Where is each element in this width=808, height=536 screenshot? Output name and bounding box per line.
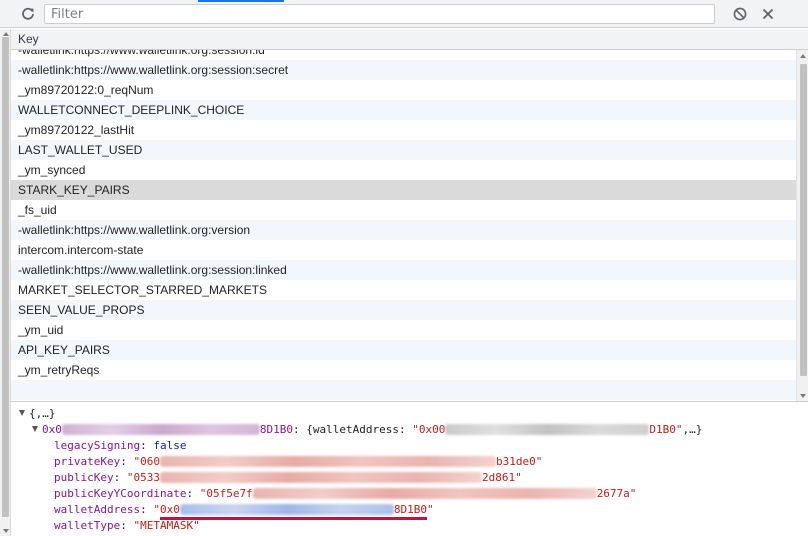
- entry-summary-close: ,…}: [682, 423, 703, 436]
- prop-value: false: [153, 439, 187, 452]
- table-row[interactable]: LAST_WALLET_USED: [11, 140, 796, 160]
- table-row[interactable]: API_KEY_PAIRS: [11, 340, 796, 360]
- prop-value-suffix: 2d861": [481, 471, 522, 484]
- table-row[interactable]: _ym89720122_lastHit: [11, 120, 796, 140]
- prop-key: legacySigning: [54, 439, 141, 452]
- table-row[interactable]: -walletlink:https://www.walletlink.org:s…: [11, 50, 796, 60]
- prop-wallet-address: walletAddress: "0x0 8D1B0": [54, 502, 434, 520]
- table-scrollbar[interactable]: [796, 50, 808, 401]
- prop-value-open-quote: ": [153, 503, 160, 516]
- refresh-button[interactable]: [18, 5, 38, 23]
- table-rows: -walletlink:https://www.walletlink.org:s…: [11, 50, 796, 401]
- redacted-address: [445, 424, 650, 435]
- redacted-public-key: [159, 472, 482, 483]
- prop-key: walletType: [54, 519, 121, 532]
- prop-public-key: publicKey: "0533 2d861": [54, 470, 522, 486]
- entry-key-suffix: 8D1B0: [259, 423, 293, 436]
- root-object-label: {,…}: [29, 407, 56, 420]
- prop-value-prefix: "05f5e7f: [199, 487, 253, 500]
- table-row[interactable]: -walletlink:https://www.walletlink.org:s…: [11, 60, 796, 80]
- scroll-up-arrow[interactable]: [800, 54, 806, 58]
- colon: :: [113, 471, 127, 484]
- expand-triangle-icon[interactable]: [32, 426, 38, 432]
- colon: :: [120, 519, 134, 532]
- clear-all-button[interactable]: [730, 5, 750, 23]
- entry-summary-value-suffix: D1B0": [649, 423, 683, 436]
- prop-key: walletAddress: [54, 503, 141, 516]
- prop-value-close-quote: ": [426, 503, 434, 516]
- active-tab-indicator: [198, 0, 284, 2]
- table-row[interactable]: _ym_synced: [11, 160, 796, 180]
- preview-entry-line[interactable]: 0x0 8D1B0: {walletAddress: "0x00 D1B0",…}: [32, 422, 702, 438]
- redacted-key: [61, 424, 260, 435]
- table-row[interactable]: _ym89720122:0_reqNum: [11, 80, 796, 100]
- redacted-private-key: [159, 456, 496, 467]
- prop-value: "METAMASK": [133, 519, 200, 532]
- prop-value-prefix: "0533: [126, 471, 160, 484]
- preview-root-line[interactable]: {,…}: [19, 406, 56, 422]
- table-row-selected[interactable]: STARK_KEY_PAIRS: [11, 180, 796, 200]
- value-preview: {,…} 0x0 8D1B0: {walletAddress: "0x00 D1B0…: [11, 404, 808, 536]
- scroll-down-arrow[interactable]: [800, 394, 806, 398]
- colon: :: [293, 423, 307, 436]
- delete-selected-button[interactable]: [758, 5, 778, 23]
- scroll-up-arrow[interactable]: [3, 32, 9, 36]
- prop-wallet-type: walletType: "METAMASK": [54, 518, 200, 534]
- colon: :: [140, 439, 154, 452]
- prop-legacy-signing: legacySigning: false: [54, 438, 186, 454]
- redacted-public-key-y: [252, 488, 597, 499]
- scroll-down-arrow[interactable]: [3, 529, 9, 533]
- table-row[interactable]: -walletlink:https://www.walletlink.org:v…: [11, 220, 796, 240]
- table-row[interactable]: _ym_retryReqs: [11, 360, 796, 380]
- prop-private-key: privateKey: "060 b31de0": [54, 454, 542, 470]
- table-row[interactable]: _ym_uid: [11, 320, 796, 340]
- prop-public-key-y: publicKeyYCoordinate: "05f5e7f 2677a": [54, 486, 636, 502]
- clear-all-icon: [733, 7, 747, 21]
- highlighted-selection: 0x0 8D1B0: [159, 502, 427, 520]
- close-icon: [762, 8, 774, 20]
- table-row[interactable]: SEEN_VALUE_PROPS: [11, 300, 796, 320]
- entry-summary-open: {walletAddress:: [306, 423, 413, 436]
- refresh-icon: [22, 7, 34, 20]
- storage-toolbar: [0, 0, 808, 28]
- prop-value-prefix: "060: [133, 455, 160, 468]
- sidebar-scrollbar[interactable]: [0, 29, 11, 536]
- table-row[interactable]: WALLETCONNECT_DEEPLINK_CHOICE: [11, 100, 796, 120]
- redacted-wallet-address: [179, 504, 394, 515]
- prop-value-suffix: b31de0": [495, 455, 543, 468]
- expand-triangle-icon[interactable]: [19, 410, 25, 416]
- colon: :: [140, 503, 154, 516]
- empty-row: [11, 380, 796, 400]
- prop-key: privateKey: [54, 455, 121, 468]
- table-row[interactable]: MARKET_SELECTOR_STARRED_MARKETS: [11, 280, 796, 300]
- prop-value-suffix: 8D1B0: [393, 503, 427, 516]
- table-row[interactable]: _fs_uid: [11, 200, 796, 220]
- filter-input[interactable]: [44, 4, 715, 24]
- prop-key: publicKey: [54, 471, 114, 484]
- entry-key-prefix: 0x0: [42, 423, 62, 436]
- prop-value-prefix: 0x0: [159, 503, 180, 516]
- colon: :: [186, 487, 200, 500]
- entry-summary-value-prefix: "0x00: [412, 423, 446, 436]
- prop-value-suffix: 2677a": [596, 487, 637, 500]
- prop-key: publicKeyYCoordinate: [54, 487, 187, 500]
- table-row[interactable]: intercom.intercom-state: [11, 240, 796, 260]
- colon: :: [120, 455, 134, 468]
- column-header-key[interactable]: Key: [11, 29, 808, 50]
- table-row[interactable]: -walletlink:https://www.walletlink.org:s…: [11, 260, 796, 280]
- scrollbar-thumb[interactable]: [800, 64, 807, 376]
- scrollbar-thumb[interactable]: [2, 37, 9, 517]
- storage-table: Key -walletlink:https://www.walletlink.o…: [11, 29, 808, 402]
